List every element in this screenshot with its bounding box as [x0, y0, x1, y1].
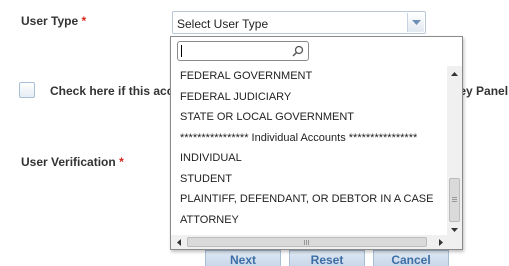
option-student[interactable]: STUDENT: [171, 169, 449, 190]
horizontal-scroll-thumb[interactable]: [187, 237, 427, 247]
search-icon: [292, 45, 304, 57]
user-verification-label-text: User Verification: [21, 155, 116, 169]
grip-line: [304, 240, 305, 245]
grip-line: [452, 199, 457, 200]
user-verification-label: User Verification *: [21, 155, 124, 169]
option-plaintiff-defendant-debtor[interactable]: PLAINTIFF, DEFENDANT, OR DEBTOR IN A CAS…: [171, 189, 449, 210]
option-attorney[interactable]: ATTORNEY: [171, 210, 449, 231]
action-buttons: Next Reset Cancel: [205, 250, 460, 266]
option-individual[interactable]: INDIVIDUAL: [171, 148, 449, 169]
reset-button[interactable]: Reset: [289, 250, 365, 266]
options-list: FEDERAL GOVERNMENT FEDERAL JUDICIARY STA…: [171, 66, 449, 230]
user-type-label-text: User Type: [21, 14, 79, 28]
vertical-scrollbar[interactable]: [447, 66, 462, 237]
text-caret: [181, 45, 182, 57]
grip-line: [452, 201, 457, 202]
scrollbar-corner: [447, 235, 462, 249]
grip-line: [306, 240, 307, 245]
grip-line: [452, 197, 457, 198]
option-state-or-local-government[interactable]: STATE OR LOCAL GOVERNMENT: [171, 107, 449, 128]
vertical-scroll-thumb[interactable]: [449, 178, 460, 222]
attorney-checkbox[interactable]: [19, 82, 35, 98]
user-type-dropdown: FEDERAL GOVERNMENT FEDERAL JUDICIARY STA…: [170, 36, 463, 250]
option-federal-judiciary[interactable]: FEDERAL JUDICIARY: [171, 87, 449, 108]
dropdown-search-input[interactable]: [177, 41, 309, 61]
user-type-label: User Type *: [21, 14, 86, 28]
select-value: Select User Type: [177, 17, 269, 31]
option-group-individual-accounts: **************** Individual Accounts ***…: [180, 131, 418, 144]
next-button[interactable]: Next: [205, 250, 281, 266]
checkbox-label: Check here if this acco: [50, 84, 181, 98]
user-type-select[interactable]: Select User Type: [172, 11, 426, 34]
horizontal-scrollbar[interactable]: [171, 235, 449, 249]
required-marker: *: [119, 155, 124, 169]
cancel-button[interactable]: Cancel: [373, 250, 449, 266]
scroll-up-icon[interactable]: [447, 66, 462, 81]
scroll-left-icon[interactable]: [172, 235, 186, 249]
grip-line: [308, 240, 309, 245]
dropdown-arrow-icon[interactable]: [407, 13, 424, 32]
option-federal-government[interactable]: FEDERAL GOVERNMENT: [171, 66, 449, 87]
scroll-right-icon[interactable]: [434, 235, 448, 249]
required-marker: *: [81, 14, 87, 28]
